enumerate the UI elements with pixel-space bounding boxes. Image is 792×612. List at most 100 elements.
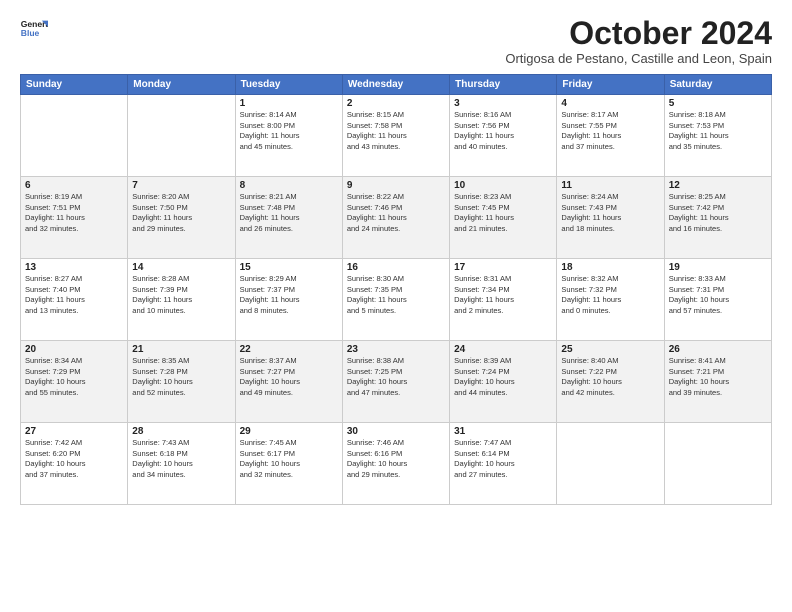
day-number: 3 [454,98,552,109]
day-info: Sunrise: 8:17 AM Sunset: 7:55 PM Dayligh… [561,110,659,152]
day-info: Sunrise: 8:32 AM Sunset: 7:32 PM Dayligh… [561,274,659,316]
weekday-header: Tuesday [235,75,342,95]
calendar-cell: 15Sunrise: 8:29 AM Sunset: 7:37 PM Dayli… [235,259,342,341]
day-number: 21 [132,344,230,355]
day-number: 30 [347,426,445,437]
header: General Blue October 2024 Ortigosa de Pe… [20,16,772,66]
calendar-cell: 10Sunrise: 8:23 AM Sunset: 7:45 PM Dayli… [450,177,557,259]
day-info: Sunrise: 8:22 AM Sunset: 7:46 PM Dayligh… [347,192,445,234]
svg-text:General: General [21,19,48,29]
day-info: Sunrise: 8:41 AM Sunset: 7:21 PM Dayligh… [669,356,767,398]
calendar-cell: 11Sunrise: 8:24 AM Sunset: 7:43 PM Dayli… [557,177,664,259]
day-info: Sunrise: 8:33 AM Sunset: 7:31 PM Dayligh… [669,274,767,316]
calendar-cell: 25Sunrise: 8:40 AM Sunset: 7:22 PM Dayli… [557,341,664,423]
day-number: 26 [669,344,767,355]
weekday-header: Saturday [664,75,771,95]
calendar-cell: 28Sunrise: 7:43 AM Sunset: 6:18 PM Dayli… [128,423,235,505]
day-number: 16 [347,262,445,273]
day-number: 29 [240,426,338,437]
day-info: Sunrise: 8:39 AM Sunset: 7:24 PM Dayligh… [454,356,552,398]
day-info: Sunrise: 8:21 AM Sunset: 7:48 PM Dayligh… [240,192,338,234]
day-number: 9 [347,180,445,191]
calendar-cell: 1Sunrise: 8:14 AM Sunset: 8:00 PM Daylig… [235,95,342,177]
weekday-header: Friday [557,75,664,95]
weekday-header-row: SundayMondayTuesdayWednesdayThursdayFrid… [21,75,772,95]
day-number: 18 [561,262,659,273]
calendar-cell: 30Sunrise: 7:46 AM Sunset: 6:16 PM Dayli… [342,423,449,505]
calendar-cell: 29Sunrise: 7:45 AM Sunset: 6:17 PM Dayli… [235,423,342,505]
day-info: Sunrise: 8:19 AM Sunset: 7:51 PM Dayligh… [25,192,123,234]
day-info: Sunrise: 8:37 AM Sunset: 7:27 PM Dayligh… [240,356,338,398]
calendar-cell: 14Sunrise: 8:28 AM Sunset: 7:39 PM Dayli… [128,259,235,341]
page: General Blue October 2024 Ortigosa de Pe… [0,0,792,612]
calendar-cell: 5Sunrise: 8:18 AM Sunset: 7:53 PM Daylig… [664,95,771,177]
day-number: 5 [669,98,767,109]
calendar-table: SundayMondayTuesdayWednesdayThursdayFrid… [20,74,772,505]
day-info: Sunrise: 8:29 AM Sunset: 7:37 PM Dayligh… [240,274,338,316]
day-info: Sunrise: 7:46 AM Sunset: 6:16 PM Dayligh… [347,438,445,480]
day-number: 24 [454,344,552,355]
day-number: 12 [669,180,767,191]
day-number: 27 [25,426,123,437]
calendar-cell: 6Sunrise: 8:19 AM Sunset: 7:51 PM Daylig… [21,177,128,259]
day-info: Sunrise: 8:20 AM Sunset: 7:50 PM Dayligh… [132,192,230,234]
day-number: 11 [561,180,659,191]
calendar-cell: 20Sunrise: 8:34 AM Sunset: 7:29 PM Dayli… [21,341,128,423]
month-title: October 2024 [505,16,772,51]
day-info: Sunrise: 8:38 AM Sunset: 7:25 PM Dayligh… [347,356,445,398]
calendar-week-row: 13Sunrise: 8:27 AM Sunset: 7:40 PM Dayli… [21,259,772,341]
day-info: Sunrise: 8:24 AM Sunset: 7:43 PM Dayligh… [561,192,659,234]
day-number: 10 [454,180,552,191]
calendar-cell: 27Sunrise: 7:42 AM Sunset: 6:20 PM Dayli… [21,423,128,505]
calendar-cell: 19Sunrise: 8:33 AM Sunset: 7:31 PM Dayli… [664,259,771,341]
day-number: 28 [132,426,230,437]
day-info: Sunrise: 8:28 AM Sunset: 7:39 PM Dayligh… [132,274,230,316]
day-info: Sunrise: 8:40 AM Sunset: 7:22 PM Dayligh… [561,356,659,398]
calendar-cell: 18Sunrise: 8:32 AM Sunset: 7:32 PM Dayli… [557,259,664,341]
calendar-cell: 26Sunrise: 8:41 AM Sunset: 7:21 PM Dayli… [664,341,771,423]
day-info: Sunrise: 8:16 AM Sunset: 7:56 PM Dayligh… [454,110,552,152]
day-info: Sunrise: 8:14 AM Sunset: 8:00 PM Dayligh… [240,110,338,152]
calendar-cell: 2Sunrise: 8:15 AM Sunset: 7:58 PM Daylig… [342,95,449,177]
day-info: Sunrise: 8:30 AM Sunset: 7:35 PM Dayligh… [347,274,445,316]
weekday-header: Wednesday [342,75,449,95]
day-info: Sunrise: 8:27 AM Sunset: 7:40 PM Dayligh… [25,274,123,316]
day-info: Sunrise: 7:45 AM Sunset: 6:17 PM Dayligh… [240,438,338,480]
calendar-cell: 12Sunrise: 8:25 AM Sunset: 7:42 PM Dayli… [664,177,771,259]
calendar-cell: 22Sunrise: 8:37 AM Sunset: 7:27 PM Dayli… [235,341,342,423]
day-number: 15 [240,262,338,273]
day-info: Sunrise: 8:34 AM Sunset: 7:29 PM Dayligh… [25,356,123,398]
weekday-header: Thursday [450,75,557,95]
calendar-cell [128,95,235,177]
day-info: Sunrise: 7:47 AM Sunset: 6:14 PM Dayligh… [454,438,552,480]
day-number: 20 [25,344,123,355]
weekday-header: Monday [128,75,235,95]
day-number: 2 [347,98,445,109]
calendar-cell [557,423,664,505]
day-info: Sunrise: 7:43 AM Sunset: 6:18 PM Dayligh… [132,438,230,480]
calendar-cell: 16Sunrise: 8:30 AM Sunset: 7:35 PM Dayli… [342,259,449,341]
day-number: 25 [561,344,659,355]
calendar-cell: 17Sunrise: 8:31 AM Sunset: 7:34 PM Dayli… [450,259,557,341]
day-info: Sunrise: 7:42 AM Sunset: 6:20 PM Dayligh… [25,438,123,480]
day-number: 31 [454,426,552,437]
day-number: 19 [669,262,767,273]
calendar-cell: 9Sunrise: 8:22 AM Sunset: 7:46 PM Daylig… [342,177,449,259]
calendar-week-row: 1Sunrise: 8:14 AM Sunset: 8:00 PM Daylig… [21,95,772,177]
day-number: 4 [561,98,659,109]
day-info: Sunrise: 8:15 AM Sunset: 7:58 PM Dayligh… [347,110,445,152]
calendar-cell: 21Sunrise: 8:35 AM Sunset: 7:28 PM Dayli… [128,341,235,423]
logo: General Blue [20,16,48,44]
calendar-cell: 23Sunrise: 8:38 AM Sunset: 7:25 PM Dayli… [342,341,449,423]
day-number: 1 [240,98,338,109]
day-number: 7 [132,180,230,191]
calendar-cell: 7Sunrise: 8:20 AM Sunset: 7:50 PM Daylig… [128,177,235,259]
svg-text:Blue: Blue [21,28,40,38]
day-info: Sunrise: 8:35 AM Sunset: 7:28 PM Dayligh… [132,356,230,398]
calendar-week-row: 20Sunrise: 8:34 AM Sunset: 7:29 PM Dayli… [21,341,772,423]
subtitle: Ortigosa de Pestano, Castille and Leon, … [505,51,772,66]
calendar-cell [21,95,128,177]
calendar-cell: 3Sunrise: 8:16 AM Sunset: 7:56 PM Daylig… [450,95,557,177]
calendar-cell [664,423,771,505]
day-info: Sunrise: 8:23 AM Sunset: 7:45 PM Dayligh… [454,192,552,234]
